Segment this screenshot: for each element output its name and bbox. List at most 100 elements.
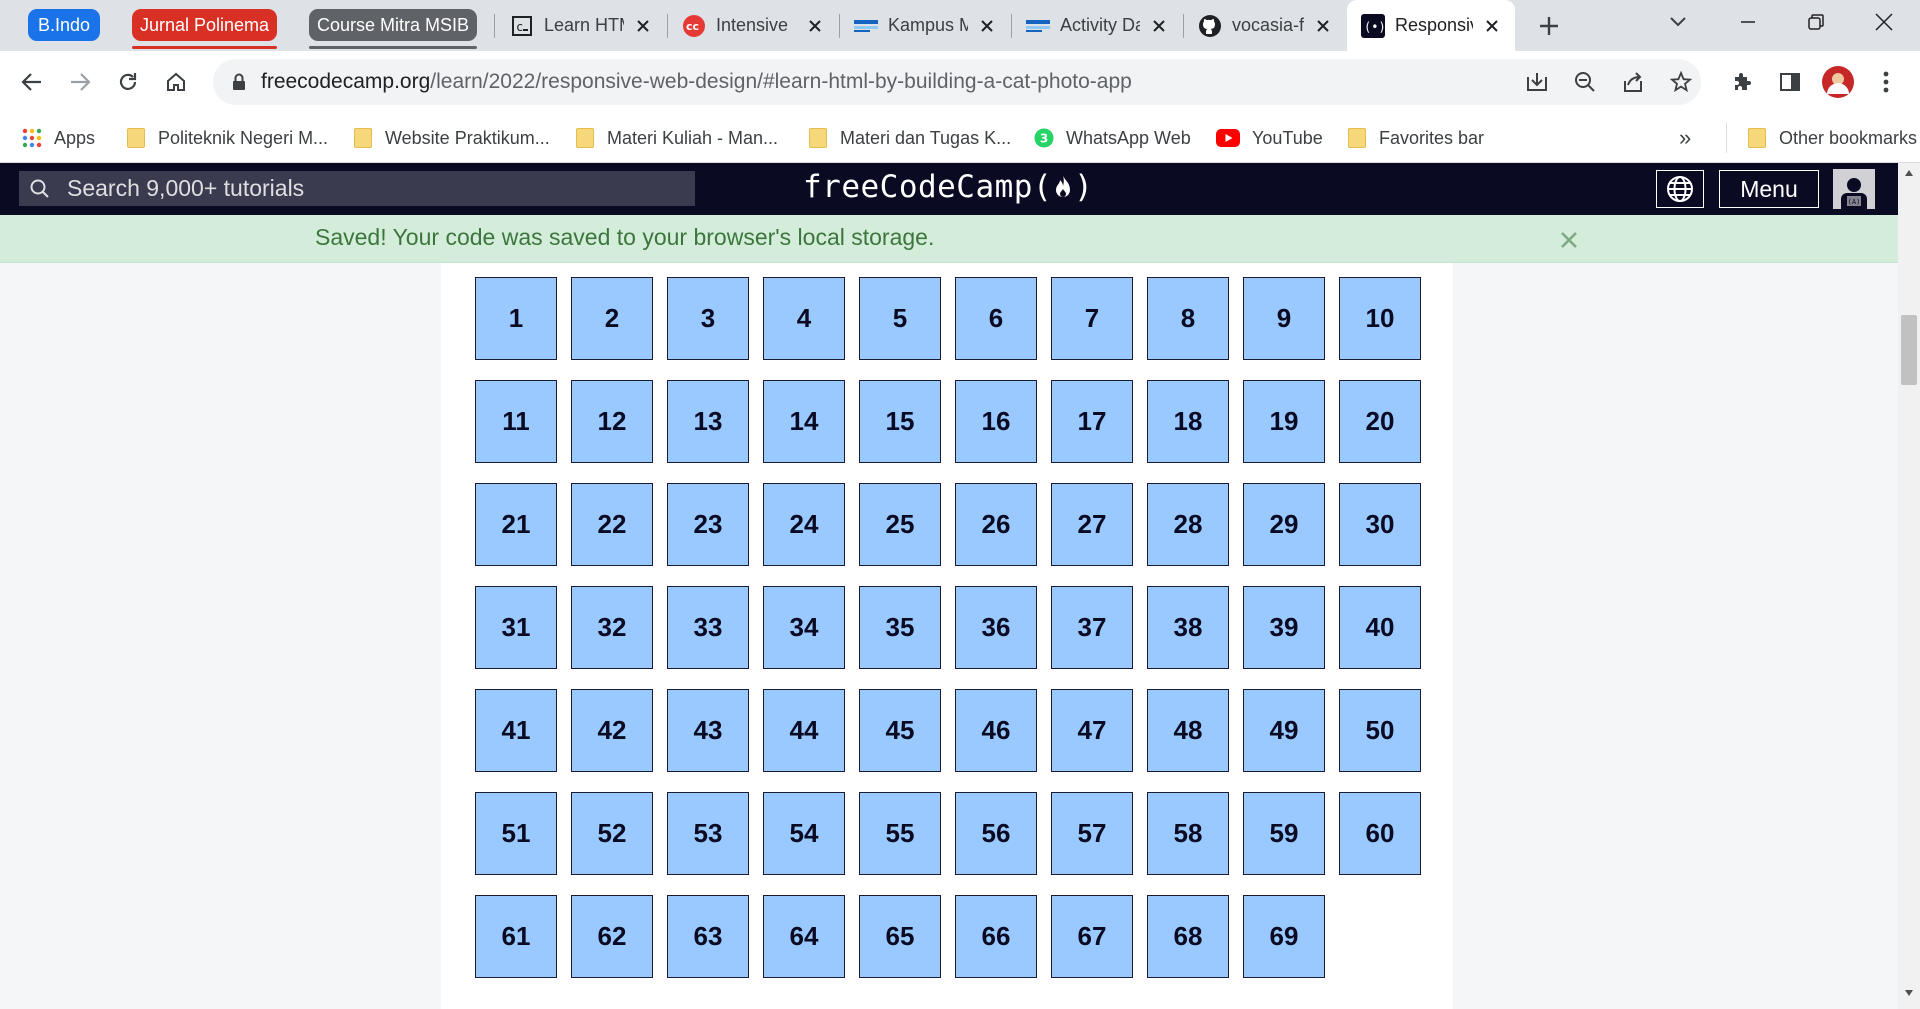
tab-group-label: B.Indo (37, 15, 91, 35)
grid-cell: 35 (859, 586, 941, 669)
grid-cell: 48 (1147, 689, 1229, 772)
bookmark-folder-materi-tugas[interactable]: Materi dan Tugas K... (808, 113, 1011, 163)
vertical-scrollbar[interactable] (1898, 163, 1920, 1009)
grid-cell: 38 (1147, 586, 1229, 669)
grid-cell: 52 (571, 792, 653, 875)
close-tab-icon[interactable] (976, 15, 998, 37)
alert-close-icon[interactable] (1556, 227, 1582, 253)
menu-button[interactable]: Menu (1719, 170, 1819, 208)
forward-button[interactable] (62, 64, 98, 100)
close-tab-icon[interactable] (632, 15, 654, 37)
bookmark-folder-materi-kuliah[interactable]: Materi Kuliah - Man... (575, 113, 778, 163)
grid-cell: 26 (955, 483, 1037, 566)
folder-icon (808, 128, 828, 148)
tab-learn-html[interactable]: c Learn HTML (496, 0, 666, 51)
extensions-button[interactable] (1724, 64, 1760, 100)
search-box[interactable] (19, 171, 695, 206)
zoom-out-icon[interactable] (1567, 64, 1603, 100)
tab-activity[interactable]: Activity Daily (1012, 0, 1182, 51)
tab-responsive-web-design[interactable]: (•) Responsive Web Design (1347, 0, 1515, 51)
restore-button[interactable] (1784, 0, 1848, 44)
side-panel-button[interactable] (1772, 64, 1808, 100)
bookmark-folder-politeknik[interactable]: Politeknik Negeri M... (126, 113, 328, 163)
close-tab-icon[interactable] (1148, 15, 1170, 37)
svg-text:(•): (•) (1364, 20, 1385, 34)
tab-vocasia[interactable]: vocasia-fullstack (1184, 0, 1346, 51)
close-window-button[interactable] (1852, 0, 1916, 44)
tab-title: Learn HTML (544, 15, 624, 35)
close-tab-icon[interactable] (1481, 15, 1503, 37)
grid-cell: 12 (571, 380, 653, 463)
tab-group-bindo[interactable]: B.Indo (28, 9, 100, 41)
tab-group-jurnal-polinema[interactable]: Jurnal Polinema (132, 9, 277, 49)
bookmark-folder-favorites-bar[interactable]: Favorites bar (1347, 113, 1484, 163)
share-icon[interactable] (1615, 64, 1651, 100)
tab-title: Responsive Web Design (1395, 15, 1473, 35)
browser-toolbar: freecodecamp.org/learn/2022/responsive-w… (0, 51, 1920, 113)
grid-cell: 40 (1339, 586, 1421, 669)
tab-separator (494, 14, 495, 38)
grid-cell: 25 (859, 483, 941, 566)
home-button[interactable] (158, 64, 194, 100)
url-text: freecodecamp.org/learn/2022/responsive-w… (261, 59, 1132, 105)
codecademy-icon: c (510, 14, 534, 38)
folder-icon (1347, 128, 1367, 148)
profile-button[interactable] (1820, 64, 1856, 100)
camper-avatar-icon: (A) (1841, 178, 1867, 209)
folder-icon (575, 128, 595, 148)
fcc-logo[interactable]: freeCodeCamp( ) (803, 169, 1093, 205)
bookmark-apps[interactable]: Apps (22, 113, 95, 163)
fcc-logo-close: ) (1074, 169, 1094, 205)
tab-title: vocasia-fullstack (1232, 15, 1304, 35)
grid-cell: 30 (1339, 483, 1421, 566)
bookmark-star-icon[interactable] (1663, 64, 1699, 100)
grid-cell: 43 (667, 689, 749, 772)
close-tab-icon[interactable] (1312, 15, 1334, 37)
chrome-menu-button[interactable] (1868, 64, 1904, 100)
grid-cell: 6 (955, 277, 1037, 360)
bookmark-other-bookmarks[interactable]: Other bookmarks (1726, 123, 1917, 153)
grid-cell: 62 (571, 895, 653, 978)
bookmark-label: Website Praktikum... (385, 127, 550, 148)
bookmark-label: Apps (54, 127, 96, 148)
more-vert-icon (1883, 71, 1889, 93)
reload-button[interactable] (110, 64, 146, 100)
url-domain: freecodecamp.org (261, 70, 431, 93)
grid-cell: 22 (571, 483, 653, 566)
address-bar[interactable]: freecodecamp.org/learn/2022/responsive-w… (213, 59, 1701, 105)
grid-cell: 66 (955, 895, 1037, 978)
new-tab-button[interactable] (1517, 4, 1581, 48)
scroll-up-arrow-icon[interactable] (1898, 169, 1920, 183)
user-avatar[interactable]: (A) (1833, 169, 1875, 209)
bookmarks-overflow-button[interactable]: » (1679, 113, 1691, 163)
tab-group-course-mitra-msib[interactable]: Course Mitra MSIB (309, 9, 477, 49)
back-button[interactable] (14, 64, 50, 100)
scrollbar-thumb[interactable] (1901, 315, 1917, 385)
github-icon (1198, 14, 1222, 38)
tab-intensive[interactable]: cc Intensive (668, 0, 838, 51)
grid-cell: 45 (859, 689, 941, 772)
minimize-button[interactable] (1716, 0, 1780, 44)
bookmark-youtube[interactable]: YouTube (1216, 113, 1323, 163)
scroll-down-arrow-icon[interactable] (1898, 989, 1920, 1003)
grid-cell: 17 (1051, 380, 1133, 463)
kampus-merdeka-icon (1026, 14, 1050, 38)
grid-cell: 7 (1051, 277, 1133, 360)
tab-kampus-merdeka[interactable]: Kampus Merdeka (840, 0, 1010, 51)
search-icon (29, 178, 51, 205)
close-tab-icon[interactable] (804, 15, 826, 37)
install-app-icon[interactable] (1519, 64, 1555, 100)
language-button[interactable] (1656, 170, 1704, 208)
tab-search-button[interactable] (1646, 0, 1710, 44)
bookmark-folder-website-praktikum[interactable]: Website Praktikum... (353, 113, 550, 163)
grid-cell: 64 (763, 895, 845, 978)
tab-group-label: Jurnal Polinema (139, 15, 270, 35)
grid-cell: 56 (955, 792, 1037, 875)
search-input[interactable] (67, 171, 667, 206)
grid-cell: 68 (1147, 895, 1229, 978)
grid-cell: 9 (1243, 277, 1325, 360)
bookmark-whatsapp-web[interactable]: 3 WhatsApp Web (1034, 113, 1191, 163)
lock-icon[interactable] (221, 64, 257, 100)
bookmark-label: Other bookmarks (1779, 127, 1918, 148)
bookmark-label: Materi Kuliah - Man... (607, 127, 779, 148)
